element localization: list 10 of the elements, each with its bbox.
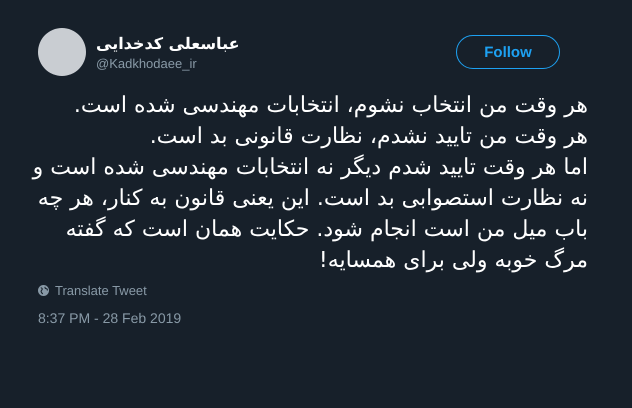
avatar-placeholder bbox=[38, 28, 86, 76]
tweet-timestamp: 8:37 PM - 28 Feb 2019 bbox=[38, 310, 182, 326]
globe-icon bbox=[38, 284, 49, 296]
author-handle: @Kadkhodaee_ir bbox=[96, 56, 197, 70]
translate-tweet-link[interactable]: Translate Tweet bbox=[55, 282, 147, 298]
tweet-text: هر وقت من انتخاب نشوم، انتخابات مهندسی شده است. bbox=[72, 92, 588, 120]
tweet-text: هر وقت من تایید نشدم، نظارت قانونی بد است. bbox=[148, 123, 588, 151]
follow-button[interactable]: Follow bbox=[456, 35, 560, 69]
tweet-text: اما هر وقت تایید شدم دیگر نه انتخابات مهندسی شده است و نه نظارت استصوابی بد است. این یعنی قانون به کنار، هر چه باب میل من است انجام شود. حکایت همان است که گفته مرگ خوبه ولی برای همسایه! bbox=[30, 153, 588, 275]
author-name: عباسعلی کدخدایی bbox=[96, 34, 240, 52]
